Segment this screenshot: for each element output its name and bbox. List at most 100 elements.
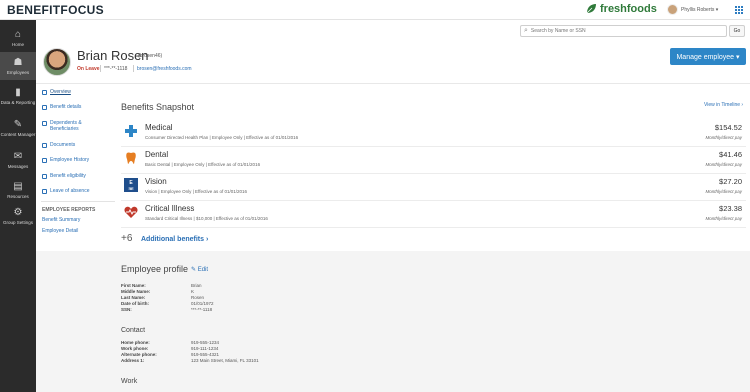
employee-profile-title: Employee profile bbox=[121, 264, 189, 274]
subnav-dependents[interactable]: Dependents & Beneficiaries bbox=[42, 120, 112, 132]
nav-label: Employees bbox=[6, 69, 30, 75]
benefit-amount: $23.38 bbox=[719, 204, 742, 213]
benefits-snapshot-title: Benefits Snapshot bbox=[121, 102, 195, 112]
subnav-leave-of-absence[interactable]: Leave of absence bbox=[42, 188, 89, 194]
client-name: freshfoods bbox=[600, 3, 657, 15]
benefit-frequency: Monthly/direct pay bbox=[705, 162, 742, 167]
subnav-label: Dependents & Beneficiaries bbox=[50, 120, 82, 132]
gear-icon: ⚙ bbox=[13, 206, 23, 218]
subnav-label: Leave of absence bbox=[50, 188, 90, 194]
field-label: Date of birth: bbox=[121, 301, 149, 306]
subnav-benefit-eligibility[interactable]: Benefit eligibility bbox=[42, 173, 86, 179]
field-value: ***-**-1118 bbox=[191, 307, 213, 312]
field-value: 123 Main Street, Miami, FL 33101 bbox=[191, 358, 259, 363]
additional-benefits-count: +6 bbox=[121, 233, 133, 244]
field-label: Work phone: bbox=[121, 346, 149, 351]
nav-home[interactable]: ⌂ Home bbox=[0, 24, 36, 52]
eligibility-icon bbox=[42, 174, 47, 179]
search-icon: ⌕ bbox=[524, 27, 528, 34]
benefit-name: Vision bbox=[145, 177, 167, 186]
benefit-name: Dental bbox=[145, 150, 169, 159]
nav-messages[interactable]: ✉ Messages bbox=[0, 146, 36, 174]
subnav-label: Documents bbox=[50, 142, 76, 148]
benefit-frequency: Monthly/direct pay bbox=[705, 216, 742, 221]
field-label: Middle Name: bbox=[121, 289, 151, 294]
edit-profile-link[interactable]: ✎ Edit bbox=[191, 266, 208, 273]
benefit-name: Medical bbox=[145, 123, 173, 132]
employee-ssn: ***-**-1118 bbox=[104, 66, 128, 72]
employee-photo bbox=[43, 48, 71, 76]
benefit-row-critical-illness[interactable]: Critical Illness Standard Critical Illne… bbox=[121, 201, 746, 228]
field-value: 01/01/1972 bbox=[191, 301, 214, 306]
subnav-label: Benefit eligibility bbox=[50, 173, 86, 179]
benefit-row-vision[interactable]: E ƎE Vision Vision | Employee Only | Effe… bbox=[121, 174, 746, 201]
subnav-overview[interactable]: Overview bbox=[42, 89, 71, 95]
field-label: SSN: bbox=[121, 307, 132, 312]
field-value: 919-111-1234 bbox=[191, 346, 219, 351]
employee-detail-link[interactable]: Employee Detail bbox=[42, 228, 78, 234]
subnav-label: Overview bbox=[50, 89, 71, 95]
benefitfocus-logo[interactable]: BENEFITFOCUS bbox=[7, 3, 104, 17]
pencil-icon: ✎ bbox=[13, 118, 23, 130]
chart-icon: ▮ bbox=[15, 86, 21, 98]
manage-employee-button[interactable]: Manage employee ▾ bbox=[670, 48, 746, 65]
employee-username: (brosen46) bbox=[138, 53, 163, 59]
benefit-description: Consumer Directed Health Plan | Employee… bbox=[145, 135, 299, 140]
nav-content-manager[interactable]: ✎ Content Manager bbox=[0, 114, 36, 142]
status-badge: On Leave bbox=[77, 66, 100, 72]
overview-icon bbox=[42, 90, 47, 95]
contact-title: Contact bbox=[121, 327, 146, 334]
benefit-description: Basic Dental | Employee Only | Effective… bbox=[145, 162, 261, 167]
subnav-label: Benefit details bbox=[50, 104, 82, 110]
medical-cross-icon bbox=[124, 124, 138, 138]
client-logo: freshfoods bbox=[585, 3, 657, 15]
history-icon bbox=[42, 158, 47, 163]
benefit-row-dental[interactable]: Dental Basic Dental | Employee Only | Ef… bbox=[121, 147, 746, 174]
nav-employees[interactable]: ☗ Employees bbox=[0, 52, 36, 80]
benefit-row-medical[interactable]: Medical Consumer Directed Health Plan | … bbox=[121, 120, 746, 147]
people-icon bbox=[42, 121, 47, 126]
benefits-icon bbox=[42, 105, 47, 110]
heart-pulse-icon bbox=[124, 205, 138, 219]
nav-label: Resources bbox=[7, 193, 29, 199]
leaf-icon bbox=[586, 4, 596, 14]
employee-email-link[interactable]: brosen@freshfoods.com bbox=[137, 66, 192, 72]
field-label: First Name: bbox=[121, 283, 146, 288]
benefit-amount: $154.52 bbox=[714, 123, 742, 132]
document-icon bbox=[42, 143, 47, 148]
tooth-icon bbox=[124, 151, 138, 165]
nav-data-reporting[interactable]: ▮ Data & Reporting bbox=[0, 82, 36, 110]
go-button[interactable]: Go bbox=[729, 25, 745, 37]
nav-resources[interactable]: ▤ Resources bbox=[0, 176, 36, 204]
subnav-label: Employee History bbox=[50, 157, 90, 163]
view-in-timeline-link[interactable]: View in Timeline › bbox=[704, 102, 743, 108]
subnav-employee-history[interactable]: Employee History bbox=[42, 157, 89, 163]
employee-reports-heading: EMPLOYEE REPORTS bbox=[42, 207, 96, 213]
svg-text:ƎE: ƎE bbox=[128, 186, 134, 191]
employees-icon: ☗ bbox=[13, 56, 23, 68]
benefit-frequency: Monthly/direct pay bbox=[705, 135, 742, 140]
benefit-summary-link[interactable]: Benefit Summary bbox=[42, 217, 80, 223]
nav-label: Group Settings bbox=[2, 219, 34, 225]
avatar bbox=[667, 4, 678, 15]
field-label: Address 1: bbox=[121, 358, 145, 363]
divider bbox=[133, 65, 134, 72]
eye-chart-icon: E ƎE bbox=[124, 178, 138, 192]
apps-grid-icon[interactable] bbox=[735, 6, 743, 14]
subnav-documents[interactable]: Documents bbox=[42, 142, 75, 148]
home-icon: ⌂ bbox=[14, 28, 22, 40]
field-value: 919-555-1234 bbox=[191, 340, 220, 345]
benefit-name: Critical Illness bbox=[145, 204, 195, 213]
nav-label: Content Manager bbox=[0, 131, 36, 137]
subnav-benefit-details[interactable]: Benefit details bbox=[42, 104, 81, 110]
user-menu[interactable]: Phyllis Roberts ▾ bbox=[667, 4, 718, 15]
field-label: Home phone: bbox=[121, 340, 150, 345]
benefit-amount: $41.46 bbox=[719, 150, 742, 159]
field-value: K bbox=[191, 289, 195, 294]
additional-benefits-link[interactable]: Additional benefits › bbox=[141, 236, 208, 243]
user-name: Phyllis Roberts ▾ bbox=[681, 6, 719, 13]
nav-group-settings[interactable]: ⚙ Group Settings bbox=[0, 202, 36, 230]
subnav-divider bbox=[41, 201, 115, 202]
search-input[interactable] bbox=[530, 28, 716, 34]
search-box: ⌕ bbox=[520, 25, 727, 37]
